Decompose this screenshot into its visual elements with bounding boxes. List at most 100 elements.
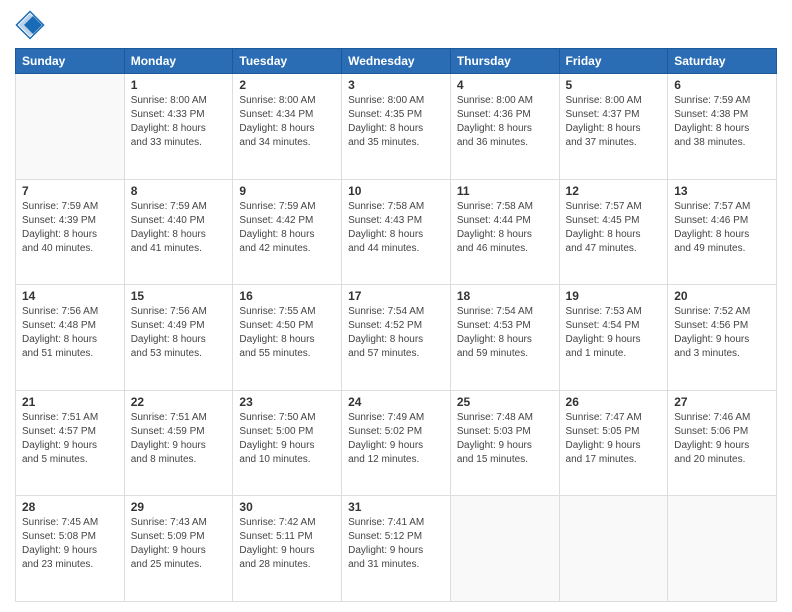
calendar-day-cell: 27Sunrise: 7:46 AMSunset: 5:06 PMDayligh…: [668, 390, 777, 496]
day-number: 13: [674, 184, 770, 198]
calendar-day-cell: [450, 496, 559, 602]
calendar-day-header: Sunday: [16, 49, 125, 74]
day-info: Sunrise: 7:52 AMSunset: 4:56 PMDaylight:…: [674, 305, 770, 361]
calendar-day-cell: [559, 496, 668, 602]
calendar-week-row: 21Sunrise: 7:51 AMSunset: 4:57 PMDayligh…: [16, 390, 777, 496]
day-info: Sunrise: 7:59 AMSunset: 4:39 PMDaylight:…: [22, 200, 118, 256]
calendar-day-cell: 19 Sunrise: 7:53 AMSunset: 4:54 PMDayligh…: [559, 285, 668, 391]
day-number: 24: [348, 395, 444, 409]
calendar-day-cell: 11Sunrise: 7:58 AMSunset: 4:44 PMDayligh…: [450, 179, 559, 285]
calendar-day-cell: 31 Sunrise: 7:41 AMSunset: 5:12 PMDayligh…: [342, 496, 451, 602]
day-info: Sunrise: 8:00 AMSunset: 4:37 PMDaylight:…: [566, 94, 662, 150]
day-info: Sunrise: 8:00 AMSunset: 4:33 PMDaylight:…: [131, 94, 227, 150]
day-info: Sunrise: 7:51 AMSunset: 4:57 PMDaylight:…: [22, 411, 118, 467]
calendar-day-cell: 18 Sunrise: 7:54 AMSunset: 4:53 PMDayligh…: [450, 285, 559, 391]
calendar-day-cell: [16, 74, 125, 180]
day-info: Sunrise: 7:59 AMSunset: 4:38 PMDaylight:…: [674, 94, 770, 150]
logo-icon: [15, 10, 45, 40]
day-info: Sunrise: 7:48 AMSunset: 5:03 PMDaylight:…: [457, 411, 553, 467]
day-info: Sunrise: 7:41 AMSunset: 5:12 PMDaylight:…: [348, 516, 444, 572]
day-number: 30: [239, 500, 335, 514]
calendar-day-cell: 20 Sunrise: 7:52 AMSunset: 4:56 PMDayligh…: [668, 285, 777, 391]
day-info: Sunrise: 7:43 AMSunset: 5:09 PMDaylight:…: [131, 516, 227, 572]
logo: [15, 10, 49, 40]
day-info: Sunrise: 7:47 AMSunset: 5:05 PMDaylight:…: [566, 411, 662, 467]
day-number: 5: [566, 78, 662, 92]
day-number: 9: [239, 184, 335, 198]
calendar-day-header: Tuesday: [233, 49, 342, 74]
day-number: 25: [457, 395, 553, 409]
day-number: 20: [674, 289, 770, 303]
day-info: Sunrise: 7:55 AMSunset: 4:50 PMDaylight:…: [239, 305, 335, 361]
calendar-day-header: Thursday: [450, 49, 559, 74]
day-number: 11: [457, 184, 553, 198]
day-info: Sunrise: 8:00 AMSunset: 4:35 PMDaylight:…: [348, 94, 444, 150]
calendar-day-cell: [668, 496, 777, 602]
calendar-day-cell: 10Sunrise: 7:58 AMSunset: 4:43 PMDayligh…: [342, 179, 451, 285]
day-number: 19: [566, 289, 662, 303]
day-number: 8: [131, 184, 227, 198]
calendar-day-cell: 14 Sunrise: 7:56 AMSunset: 4:48 PMDayligh…: [16, 285, 125, 391]
calendar-day-cell: 15 Sunrise: 7:56 AMSunset: 4:49 PMDayligh…: [124, 285, 233, 391]
day-info: Sunrise: 7:50 AMSunset: 5:00 PMDaylight:…: [239, 411, 335, 467]
calendar-day-header: Friday: [559, 49, 668, 74]
day-info: Sunrise: 7:57 AMSunset: 4:46 PMDaylight:…: [674, 200, 770, 256]
day-info: Sunrise: 7:59 AMSunset: 4:40 PMDaylight:…: [131, 200, 227, 256]
day-number: 26: [566, 395, 662, 409]
calendar-week-row: 1 Sunrise: 8:00 AMSunset: 4:33 PMDaylight…: [16, 74, 777, 180]
calendar-day-cell: 29 Sunrise: 7:43 AMSunset: 5:09 PMDayligh…: [124, 496, 233, 602]
calendar-day-cell: 21Sunrise: 7:51 AMSunset: 4:57 PMDayligh…: [16, 390, 125, 496]
day-number: 16: [239, 289, 335, 303]
calendar-day-header: Monday: [124, 49, 233, 74]
calendar-day-cell: 13 Sunrise: 7:57 AMSunset: 4:46 PMDayligh…: [668, 179, 777, 285]
day-info: Sunrise: 7:56 AMSunset: 4:48 PMDaylight:…: [22, 305, 118, 361]
calendar-day-cell: 4Sunrise: 8:00 AMSunset: 4:36 PMDaylight…: [450, 74, 559, 180]
calendar-table: SundayMondayTuesdayWednesdayThursdayFrid…: [15, 48, 777, 602]
day-number: 15: [131, 289, 227, 303]
calendar-week-row: 28Sunrise: 7:45 AMSunset: 5:08 PMDayligh…: [16, 496, 777, 602]
calendar-day-cell: 28Sunrise: 7:45 AMSunset: 5:08 PMDayligh…: [16, 496, 125, 602]
day-info: Sunrise: 8:00 AMSunset: 4:36 PMDaylight:…: [457, 94, 553, 150]
day-number: 22: [131, 395, 227, 409]
calendar-week-row: 7Sunrise: 7:59 AMSunset: 4:39 PMDaylight…: [16, 179, 777, 285]
day-info: Sunrise: 7:45 AMSunset: 5:08 PMDaylight:…: [22, 516, 118, 572]
day-info: Sunrise: 7:42 AMSunset: 5:11 PMDaylight:…: [239, 516, 335, 572]
day-number: 12: [566, 184, 662, 198]
calendar-day-cell: 30 Sunrise: 7:42 AMSunset: 5:11 PMDayligh…: [233, 496, 342, 602]
calendar-day-cell: 2Sunrise: 8:00 AMSunset: 4:34 PMDaylight…: [233, 74, 342, 180]
calendar-day-cell: 12Sunrise: 7:57 AMSunset: 4:45 PMDayligh…: [559, 179, 668, 285]
calendar-day-header: Wednesday: [342, 49, 451, 74]
day-number: 31: [348, 500, 444, 514]
page: SundayMondayTuesdayWednesdayThursdayFrid…: [0, 0, 792, 612]
day-number: 1: [131, 78, 227, 92]
day-info: Sunrise: 7:49 AMSunset: 5:02 PMDaylight:…: [348, 411, 444, 467]
calendar-day-cell: 9Sunrise: 7:59 AMSunset: 4:42 PMDaylight…: [233, 179, 342, 285]
calendar-day-cell: 6 Sunrise: 7:59 AMSunset: 4:38 PMDaylight…: [668, 74, 777, 180]
calendar-day-cell: 8 Sunrise: 7:59 AMSunset: 4:40 PMDaylight…: [124, 179, 233, 285]
day-number: 27: [674, 395, 770, 409]
day-info: Sunrise: 8:00 AMSunset: 4:34 PMDaylight:…: [239, 94, 335, 150]
calendar-day-cell: 16 Sunrise: 7:55 AMSunset: 4:50 PMDayligh…: [233, 285, 342, 391]
day-info: Sunrise: 7:53 AMSunset: 4:54 PMDaylight:…: [566, 305, 662, 361]
day-number: 17: [348, 289, 444, 303]
day-info: Sunrise: 7:54 AMSunset: 4:53 PMDaylight:…: [457, 305, 553, 361]
day-number: 29: [131, 500, 227, 514]
calendar-day-cell: 25 Sunrise: 7:48 AMSunset: 5:03 PMDayligh…: [450, 390, 559, 496]
day-info: Sunrise: 7:56 AMSunset: 4:49 PMDaylight:…: [131, 305, 227, 361]
calendar-day-cell: 24 Sunrise: 7:49 AMSunset: 5:02 PMDayligh…: [342, 390, 451, 496]
calendar-day-cell: 1 Sunrise: 8:00 AMSunset: 4:33 PMDaylight…: [124, 74, 233, 180]
day-number: 18: [457, 289, 553, 303]
calendar-header-row: SundayMondayTuesdayWednesdayThursdayFrid…: [16, 49, 777, 74]
calendar-day-cell: 23Sunrise: 7:50 AMSunset: 5:00 PMDayligh…: [233, 390, 342, 496]
day-number: 14: [22, 289, 118, 303]
calendar-day-cell: 22 Sunrise: 7:51 AMSunset: 4:59 PMDayligh…: [124, 390, 233, 496]
calendar-day-cell: 17Sunrise: 7:54 AMSunset: 4:52 PMDayligh…: [342, 285, 451, 391]
calendar-day-cell: 5 Sunrise: 8:00 AMSunset: 4:37 PMDaylight…: [559, 74, 668, 180]
day-info: Sunrise: 7:51 AMSunset: 4:59 PMDaylight:…: [131, 411, 227, 467]
day-number: 6: [674, 78, 770, 92]
day-number: 10: [348, 184, 444, 198]
header: [15, 10, 777, 40]
calendar-day-cell: 3Sunrise: 8:00 AMSunset: 4:35 PMDaylight…: [342, 74, 451, 180]
calendar-day-header: Saturday: [668, 49, 777, 74]
calendar-day-cell: 26 Sunrise: 7:47 AMSunset: 5:05 PMDayligh…: [559, 390, 668, 496]
